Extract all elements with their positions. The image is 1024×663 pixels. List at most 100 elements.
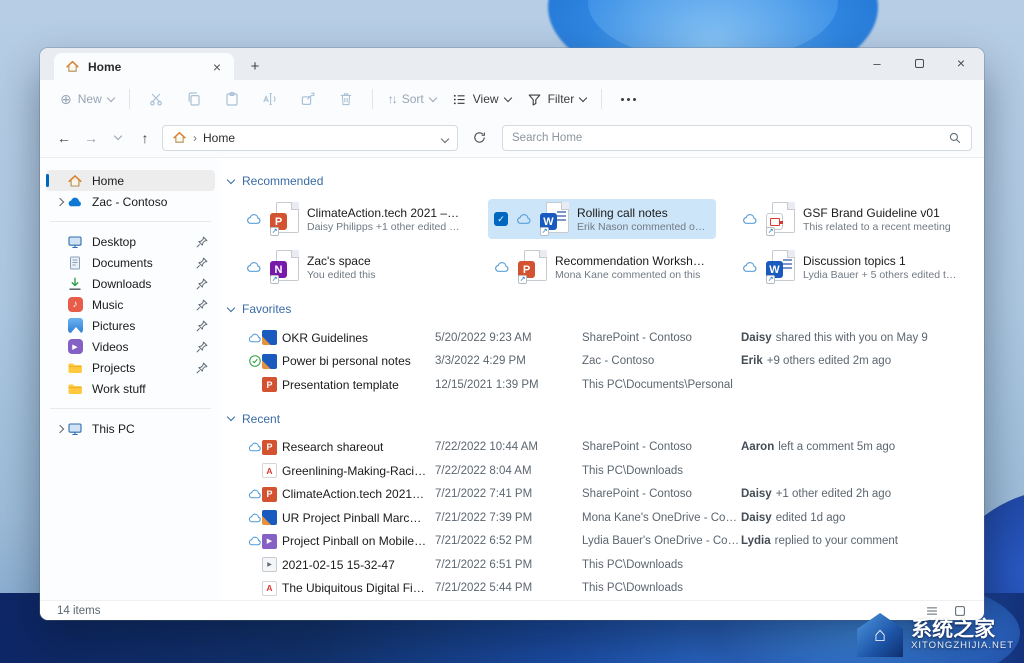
back-button[interactable] bbox=[52, 125, 76, 151]
section-title: Recent bbox=[242, 412, 280, 426]
chevron-down-icon bbox=[227, 413, 235, 421]
file-row[interactable]: UR Project Pinball March Notes 7/21/2022… bbox=[240, 506, 976, 530]
recent-locations-button[interactable] bbox=[106, 125, 130, 151]
recent-rows: P Research shareout 7/22/2022 10:44 AM S… bbox=[240, 436, 976, 601]
music-icon: ♪ bbox=[67, 297, 83, 313]
pictures-icon bbox=[67, 318, 83, 334]
stream-video-icon bbox=[262, 534, 277, 549]
share-button[interactable] bbox=[289, 85, 327, 113]
explorer-tab-home[interactable]: Home bbox=[54, 53, 234, 80]
rename-icon bbox=[262, 91, 278, 107]
section-header-favorites[interactable]: Favorites bbox=[228, 299, 976, 319]
filter-button[interactable]: Filter bbox=[519, 87, 595, 112]
paste-button[interactable] bbox=[213, 85, 251, 113]
more-options-button[interactable] bbox=[609, 85, 647, 113]
trash-icon bbox=[338, 91, 354, 107]
pin-icon bbox=[195, 298, 209, 312]
command-toolbar: New Sort View Filter bbox=[40, 80, 984, 118]
up-button[interactable] bbox=[133, 125, 157, 151]
new-button[interactable]: New bbox=[52, 86, 122, 113]
file-name: Project Pinball on Mobile KickOff bbox=[277, 534, 435, 548]
chevron-down-icon bbox=[107, 93, 115, 101]
file-row[interactable]: A The Ubiquitous Digital File A Review o… bbox=[240, 577, 976, 601]
sidebar-item-pictures[interactable]: Pictures bbox=[46, 315, 215, 336]
file-row[interactable]: Power bi personal notes 3/3/2022 4:29 PM… bbox=[240, 350, 976, 374]
section-header-recommended[interactable]: Recommended bbox=[228, 171, 976, 191]
file-row[interactable]: P ClimateAction.tech 2021 – year in revi… bbox=[240, 483, 976, 507]
tab-close-icon[interactable] bbox=[208, 58, 226, 76]
pin-icon bbox=[195, 235, 209, 249]
chevron-right-icon[interactable] bbox=[52, 199, 67, 205]
sidebar-item-desktop[interactable]: Desktop bbox=[46, 231, 215, 252]
word-file-icon: W bbox=[540, 202, 569, 236]
file-name: 2021-02-15 15-32-47 bbox=[277, 558, 435, 572]
breadcrumb[interactable]: Home bbox=[162, 125, 458, 151]
office-doc-icon bbox=[262, 330, 277, 345]
sidebar-item-music[interactable]: ♪ Music bbox=[46, 294, 215, 315]
card-title: Zac's space bbox=[307, 254, 376, 268]
file-row[interactable]: P Presentation template 12/15/2021 1:39 … bbox=[240, 373, 976, 397]
close-button[interactable] bbox=[940, 48, 982, 78]
copy-button[interactable] bbox=[175, 85, 213, 113]
search-box[interactable] bbox=[502, 125, 972, 151]
download-icon bbox=[67, 276, 83, 292]
file-date: 7/21/2022 6:51 PM bbox=[435, 559, 582, 571]
chevron-down-icon bbox=[579, 93, 587, 101]
breadcrumb-item-home[interactable]: Home bbox=[203, 131, 235, 145]
address-dropdown-button[interactable] bbox=[442, 131, 448, 145]
file-row[interactable]: Project Pinball on Mobile KickOff 7/21/2… bbox=[240, 530, 976, 554]
search-input[interactable] bbox=[512, 132, 948, 144]
search-icon[interactable] bbox=[948, 131, 962, 145]
file-activity: Daisy+1 other edited 2h ago bbox=[741, 488, 976, 500]
file-location: SharePoint - Contoso bbox=[582, 332, 741, 344]
recommended-card-selected[interactable]: W Rolling call notesErik Nason commented… bbox=[488, 199, 716, 239]
media-document-icon bbox=[766, 202, 795, 236]
sidebar-item-documents[interactable]: Documents bbox=[46, 252, 215, 273]
sidebar-item-onedrive[interactable]: Zac - Contoso bbox=[46, 191, 215, 212]
file-location: This PC\Downloads bbox=[582, 582, 741, 594]
forward-button[interactable] bbox=[79, 125, 103, 151]
sidebar-item-work-stuff[interactable]: Work stuff bbox=[46, 378, 215, 399]
watermark-title: 系统之家 bbox=[911, 619, 1014, 641]
powerpoint-file-icon: P bbox=[518, 250, 547, 284]
rename-button[interactable] bbox=[251, 85, 289, 113]
recommended-card[interactable]: P ClimateAction.tech 2021 – year in...Da… bbox=[240, 199, 468, 239]
minimize-button[interactable] bbox=[856, 48, 898, 78]
chevron-right-icon[interactable] bbox=[52, 426, 67, 432]
recommended-card[interactable]: P Recommendation Workshop ContentMona Ka… bbox=[488, 247, 716, 287]
file-date: 7/22/2022 8:04 AM bbox=[435, 465, 582, 477]
pdf-icon: A bbox=[262, 581, 277, 596]
refresh-button[interactable] bbox=[466, 125, 492, 151]
file-row[interactable]: P Research shareout 7/22/2022 10:44 AM S… bbox=[240, 436, 976, 460]
status-bar: 14 items bbox=[40, 600, 984, 620]
sidebar-item-videos[interactable]: ▶ Videos bbox=[46, 336, 215, 357]
cut-button[interactable] bbox=[137, 85, 175, 113]
recommended-card[interactable]: GSF Brand Guideline v01This related to a… bbox=[736, 199, 964, 239]
section-header-recent[interactable]: Recent bbox=[228, 409, 976, 429]
file-activity: Daisyshared this with you on May 9 bbox=[741, 332, 976, 344]
checkbox-checked-icon[interactable] bbox=[494, 212, 508, 226]
file-row[interactable]: A Greenlining-Making-Racial-Equity-Rea..… bbox=[240, 459, 976, 483]
recommended-card[interactable]: N Zac's spaceYou edited this bbox=[240, 247, 468, 287]
sidebar-item-this-pc[interactable]: This PC bbox=[46, 418, 215, 439]
sort-button[interactable]: Sort bbox=[380, 87, 444, 111]
view-list-icon bbox=[452, 92, 467, 107]
delete-button[interactable] bbox=[327, 85, 365, 113]
file-row[interactable]: OKR Guidelines 5/20/2022 9:23 AM SharePo… bbox=[240, 326, 976, 350]
file-row[interactable]: 2021-02-15 15-32-47 7/21/2022 6:51 PM Th… bbox=[240, 553, 976, 577]
chevron-down-icon bbox=[227, 175, 235, 183]
breadcrumb-separator bbox=[193, 131, 197, 145]
sidebar-item-home[interactable]: Home bbox=[46, 170, 215, 191]
recommended-card[interactable]: W Discussion topics 1Lydia Bauer + 5 oth… bbox=[736, 247, 964, 287]
sidebar-item-downloads[interactable]: Downloads bbox=[46, 273, 215, 294]
items-count: 14 items bbox=[57, 605, 100, 617]
sidebar-item-label: Projects bbox=[92, 361, 135, 375]
maximize-button[interactable] bbox=[898, 48, 940, 78]
new-tab-button[interactable] bbox=[242, 53, 268, 79]
sidebar-item-projects[interactable]: Projects bbox=[46, 357, 215, 378]
view-button[interactable]: View bbox=[444, 87, 519, 112]
file-activity: Lydiareplied to your comment bbox=[741, 535, 976, 547]
sidebar-item-label: Work stuff bbox=[92, 382, 146, 396]
tab-title: Home bbox=[88, 60, 121, 74]
powerpoint-icon: P bbox=[262, 377, 277, 392]
